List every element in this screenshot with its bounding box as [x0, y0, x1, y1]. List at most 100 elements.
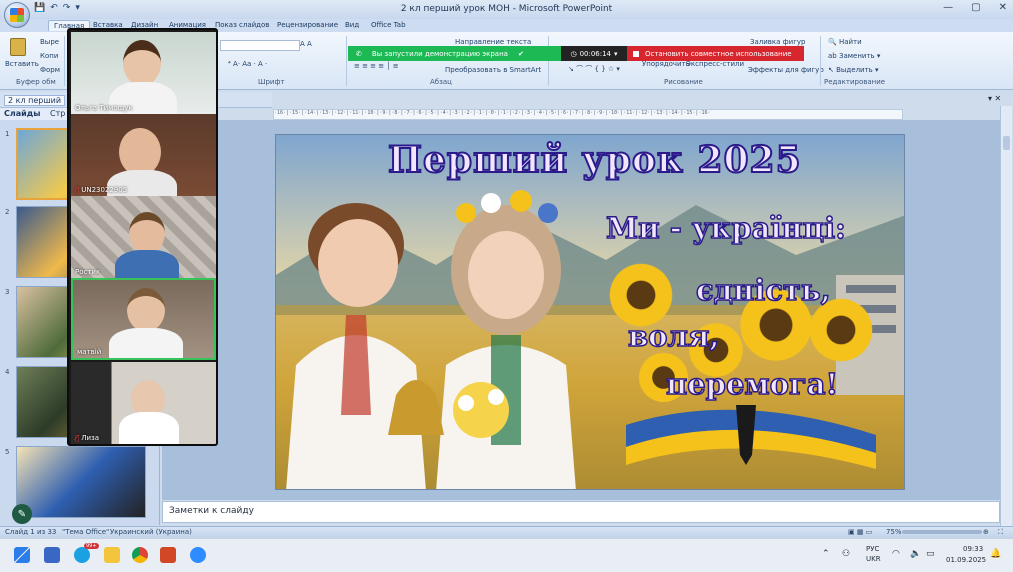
window-title: 2 кл перший урок МОН - Microsoft PowerPo… — [400, 4, 613, 14]
clock-icon: ◷ — [570, 49, 577, 58]
windows-start-icon[interactable] — [14, 547, 30, 563]
screen-share-banner: ✆ Вы запустили демонстрацию экрана ✔ ◷ 0… — [348, 46, 804, 61]
zoom-slider[interactable] — [902, 530, 982, 534]
convert-smartart-button[interactable]: Преобразовать в SmartArt — [445, 66, 541, 74]
participant-name-text: Лиза — [81, 434, 100, 442]
scroll-thumb[interactable] — [1003, 136, 1010, 150]
language-indicator[interactable]: Украинский (Украина) — [110, 528, 192, 536]
share-timer[interactable]: ◷ 00:06:14 ▾ — [561, 46, 627, 61]
notifications-bell-icon[interactable]: 🔔 — [990, 549, 1001, 559]
battery-icon[interactable]: ▭ — [926, 549, 935, 559]
slide-number: 1 — [5, 130, 10, 138]
font-size-box[interactable] — [220, 40, 300, 51]
participant-tile[interactable]: 🎙̸ Лиза — [71, 362, 216, 444]
cut-button[interactable]: Выре — [40, 38, 59, 46]
text-direction-button[interactable]: Направление текста — [455, 38, 531, 46]
video-participants-panel: Ольга Тимощук 🎙̸ UN23022905 Ростик матвій… — [67, 28, 218, 446]
file-explorer-icon[interactable] — [104, 547, 120, 563]
participant-name-text: UN23022905 — [81, 186, 128, 194]
minimize-button[interactable]: — — [943, 2, 953, 13]
close-button[interactable]: ✕ — [999, 2, 1007, 13]
keyboard-layout[interactable]: UKR — [866, 555, 881, 563]
stop-sharing-label: Остановить совместное использование — [645, 49, 792, 58]
find-button[interactable]: 🔍 Найти — [828, 38, 862, 46]
zoom-icon[interactable] — [190, 547, 206, 563]
tab-review[interactable]: Рецензирование — [272, 20, 343, 30]
participant-video — [115, 250, 179, 278]
zoom-in-icon[interactable]: ⊕ — [983, 528, 989, 536]
participant-name-text: Ростик — [75, 268, 101, 276]
editing-group-label: Редактирование — [824, 78, 886, 86]
format-painter-button[interactable]: Форм — [40, 66, 60, 74]
quick-styles-button[interactable]: Экспресс-стили — [686, 60, 744, 68]
participant-tile[interactable]: Ольга Тимощук — [71, 32, 216, 114]
select-button[interactable]: ↖ Выделить ▾ — [828, 66, 879, 74]
theme-name: "Тема Office" — [62, 528, 110, 536]
participant-video — [119, 128, 161, 176]
slide-subtitle-line-4: перемога! — [665, 366, 839, 402]
find-label: Найти — [838, 38, 862, 46]
window-controls: — ▢ ✕ — [943, 2, 1007, 13]
paste-button[interactable]: Вставить — [5, 60, 39, 68]
font-format-icons[interactable]: ⁴ A· Aa · A · — [228, 60, 267, 68]
taskbar: 99+ ⌃ ⚇ РУС UKR ◠ 🔈 ▭ 09:33 01.09.2025 🔔 — [0, 538, 1013, 572]
participant-tile[interactable]: Ростик — [71, 196, 216, 278]
tab-slideshow[interactable]: Показ слайдов — [210, 20, 274, 30]
zoom-level[interactable]: 75% — [886, 528, 902, 536]
shapes-gallery-icon[interactable]: ↘ ⌒ ⌒ { } ☆ ▾ — [568, 64, 620, 74]
powerpoint-icon[interactable] — [160, 547, 176, 563]
paste-icon[interactable] — [10, 38, 26, 56]
tab-view[interactable]: Вид — [340, 20, 364, 30]
chrome-icon[interactable] — [132, 547, 148, 563]
ribbon-separator — [346, 36, 347, 86]
participant-name: Ольга Тимощук — [75, 104, 133, 112]
annotate-pen-icon[interactable]: ✎ — [12, 504, 32, 524]
muted-mic-icon: 🎙̸ — [75, 186, 80, 194]
office-button[interactable] — [4, 2, 30, 28]
shape-fill-button[interactable]: Заливка фигур — [750, 38, 805, 46]
tab-office-tab[interactable]: Office Tab — [366, 20, 411, 30]
arrange-button[interactable]: Упорядочить — [642, 60, 690, 68]
maximize-button[interactable]: ▢ — [971, 2, 980, 13]
copy-button[interactable]: Копи — [40, 52, 58, 60]
vertical-scrollbar[interactable] — [1000, 106, 1012, 526]
grow-font-icon[interactable]: A A — [300, 40, 312, 48]
slide-thumbnail-5[interactable] — [16, 446, 146, 518]
input-language[interactable]: РУС — [866, 545, 879, 553]
muted-mic-icon: 🎙̸ — [75, 434, 80, 442]
stop-icon — [633, 50, 639, 57]
align-icons[interactable]: ≡ ≡ ≡ ≡ │ ≡ — [354, 62, 399, 70]
tab-outline[interactable]: Стр — [50, 109, 65, 118]
tab-slides[interactable]: Слайды — [4, 109, 40, 118]
clock-date[interactable]: 01.09.2025 — [946, 556, 986, 564]
share-status: ✆ Вы запустили демонстрацию экрана ✔ — [348, 46, 561, 61]
stop-sharing-button[interactable]: Остановить совместное использование — [627, 46, 804, 61]
participant-tile-active[interactable]: матвій — [71, 278, 216, 360]
wifi-icon[interactable]: ◠ — [892, 549, 900, 559]
clock-time[interactable]: 09:33 — [963, 545, 983, 553]
volume-icon[interactable]: 🔈 — [910, 549, 921, 559]
status-bar: Слайд 1 из 33 "Тема Office" Украинский (… — [0, 526, 1013, 538]
slide-number: 4 — [5, 368, 10, 376]
participant-tile[interactable]: 🎙̸ UN23022905 — [71, 114, 216, 196]
slide-subtitle-line-2: єдність, — [695, 272, 831, 308]
slide-canvas[interactable]: Перший урок 2025 Ми - українці: єдність,… — [275, 134, 905, 490]
slide-number: 5 — [5, 448, 10, 456]
slide-number: 2 — [5, 208, 10, 216]
fit-window-icon[interactable]: ⛶ — [998, 528, 1003, 537]
ribbon-separator — [64, 36, 65, 86]
slide-notes[interactable]: Заметки к слайду — [162, 501, 1000, 523]
chevron-up-icon[interactable]: ⌃ — [822, 549, 830, 559]
app-icon[interactable] — [44, 547, 60, 563]
participant-video — [109, 328, 183, 358]
network-status-icon[interactable]: ⚇ — [842, 549, 850, 559]
ribbon-dropdown-icon[interactable]: ▾ ✕ — [988, 94, 1001, 103]
slide-title: Перший урок 2025 — [387, 138, 802, 182]
replace-button[interactable]: ab Заменить ▾ — [828, 52, 880, 60]
telegram-icon[interactable] — [74, 547, 90, 563]
view-buttons[interactable]: ▣ ▦ ▭ — [848, 528, 872, 536]
document-tab[interactable]: 2 кл перший — [4, 95, 66, 106]
office-logo-icon — [10, 8, 24, 22]
shape-effects-button[interactable]: Эффекты для фигур — [748, 66, 824, 74]
replace-label: Заменить — [838, 52, 875, 60]
